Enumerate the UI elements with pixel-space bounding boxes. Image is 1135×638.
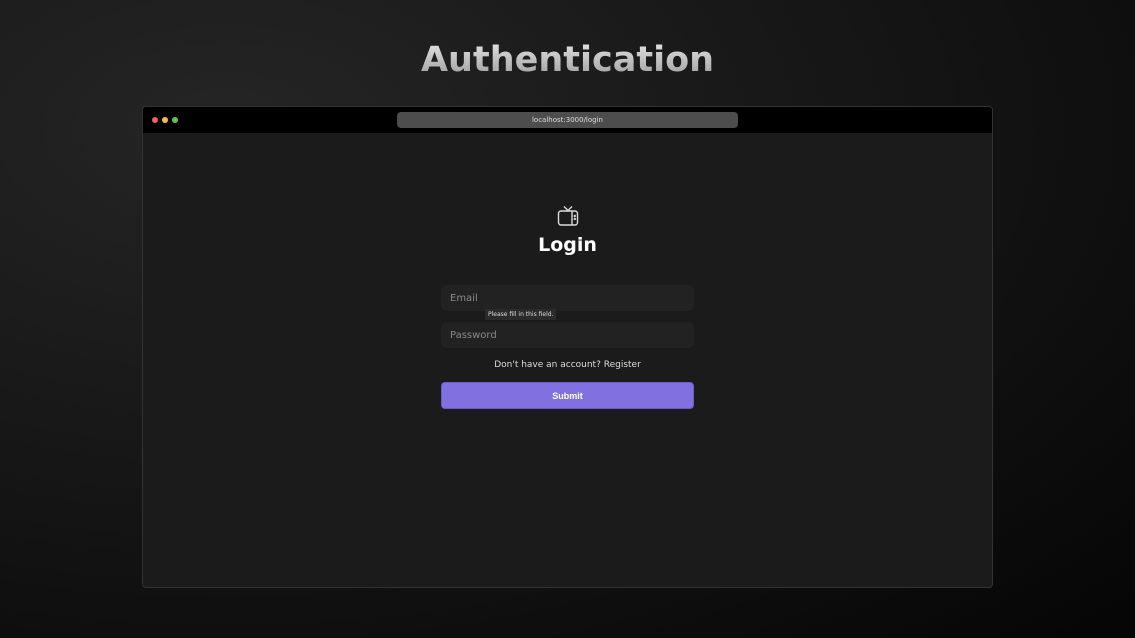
login-heading: Login <box>538 234 597 256</box>
tv-icon <box>557 206 579 226</box>
submit-button[interactable]: Submit <box>441 382 694 409</box>
email-input[interactable] <box>441 285 694 311</box>
browser-window: localhost:3000/login Login Please fill i… <box>142 106 993 588</box>
browser-toolbar: localhost:3000/login <box>143 107 992 133</box>
register-link[interactable]: Don't have an account? Register <box>143 360 992 370</box>
validation-tooltip: Please fill in this field. <box>485 309 557 320</box>
close-dot[interactable] <box>152 117 158 123</box>
minimize-dot[interactable] <box>162 117 168 123</box>
page-title: Authentication <box>0 40 1135 80</box>
address-bar[interactable]: localhost:3000/login <box>397 112 738 128</box>
maximize-dot[interactable] <box>172 117 178 123</box>
password-input[interactable] <box>441 322 694 348</box>
